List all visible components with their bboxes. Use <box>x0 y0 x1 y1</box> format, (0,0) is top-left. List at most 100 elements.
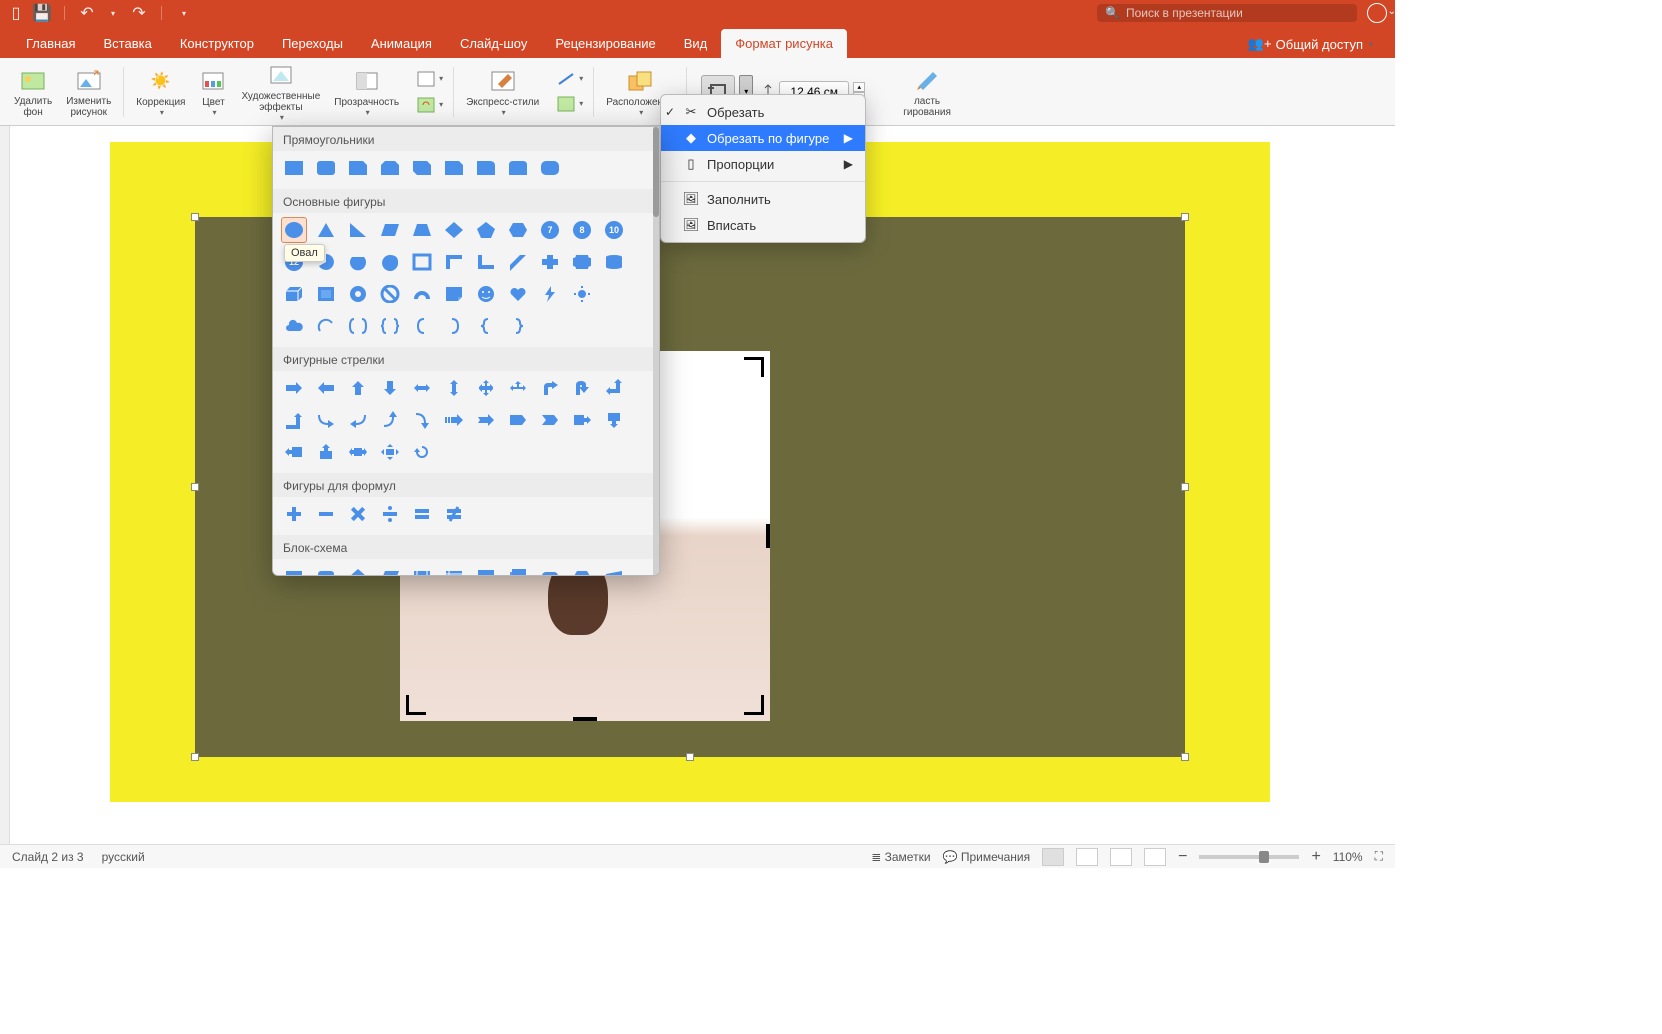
arrow-left-up[interactable] <box>601 375 627 401</box>
shape-rectangle[interactable] <box>281 155 307 181</box>
handle-bm[interactable] <box>686 753 694 761</box>
shape-lightning[interactable] <box>537 281 563 307</box>
shape-right-brace[interactable] <box>505 313 531 339</box>
shape-bevel[interactable] <box>313 281 339 307</box>
handle-mr[interactable] <box>1181 483 1189 491</box>
arrow-callout-lr[interactable] <box>345 439 371 465</box>
arrow-right[interactable] <box>281 375 307 401</box>
shape-double-bracket[interactable] <box>345 313 371 339</box>
handle-ml[interactable] <box>191 483 199 491</box>
shape-cloud[interactable] <box>281 313 307 339</box>
notes-button[interactable]: ≣ Заметки <box>871 850 930 864</box>
crop-handle-b[interactable] <box>573 717 597 721</box>
flow-document[interactable] <box>473 563 499 576</box>
flow-preparation[interactable] <box>569 563 595 576</box>
zoom-out[interactable]: − <box>1178 848 1187 866</box>
menu-crop-to-shape[interactable]: ◆Обрезать по фигуре▶ <box>661 125 865 151</box>
shape-snip-single[interactable] <box>345 155 371 181</box>
shape-frame[interactable] <box>409 249 435 275</box>
shape-plus[interactable] <box>537 249 563 275</box>
shape-snip-diag[interactable] <box>409 155 435 181</box>
remove-bg-button[interactable]: Удалить фон <box>8 64 58 120</box>
shapes-scrollbar[interactable] <box>653 127 659 575</box>
shape-left-bracket[interactable] <box>409 313 435 339</box>
flow-decision[interactable] <box>345 563 371 576</box>
shape-l-shape[interactable] <box>473 249 499 275</box>
arrow-bent[interactable] <box>537 375 563 401</box>
shape-round-diag[interactable] <box>537 155 563 181</box>
pane-button[interactable]: ласть гирования <box>897 64 957 120</box>
shape-decagon[interactable]: 10 <box>601 217 627 243</box>
formula-equals[interactable] <box>409 501 435 527</box>
tab-transitions[interactable]: Переходы <box>268 29 357 58</box>
flow-data[interactable] <box>377 563 403 576</box>
tab-review[interactable]: Рецензирование <box>541 29 669 58</box>
shape-octagon[interactable]: 8 <box>569 217 595 243</box>
language-indicator[interactable]: русский <box>102 850 145 864</box>
shape-teardrop[interactable] <box>377 249 403 275</box>
feedback-icon[interactable] <box>1367 3 1387 23</box>
shape-right-triangle[interactable] <box>345 217 371 243</box>
arrow-up-down[interactable] <box>441 375 467 401</box>
zoom-level[interactable]: 110% <box>1333 850 1363 864</box>
formula-multiply[interactable] <box>345 501 371 527</box>
share-button[interactable]: 👥+ Общий доступ ▾ <box>1238 30 1383 58</box>
flow-predefined[interactable] <box>409 563 435 576</box>
shape-smiley[interactable] <box>473 281 499 307</box>
qat-more-icon[interactable]: ▾ <box>176 5 192 21</box>
save-icon[interactable]: 💾 <box>34 5 50 21</box>
tab-home[interactable]: Главная <box>12 29 89 58</box>
arrow-chevron[interactable] <box>537 407 563 433</box>
crop-handle-tr[interactable] <box>744 357 764 377</box>
shape-snip-same[interactable] <box>377 155 403 181</box>
shape-moon[interactable] <box>601 281 627 307</box>
shape-parallelogram[interactable] <box>377 217 403 243</box>
arrow-quad[interactable] <box>473 375 499 401</box>
shape-sun[interactable] <box>569 281 595 307</box>
menu-fit[interactable]: 🖼Вписать <box>661 212 865 238</box>
arrow-pentagon[interactable] <box>505 407 531 433</box>
shape-chord[interactable] <box>345 249 371 275</box>
shape-pentagon[interactable] <box>473 217 499 243</box>
arrow-callout-up[interactable] <box>313 439 339 465</box>
tab-insert[interactable]: Вставка <box>89 29 165 58</box>
tab-design[interactable]: Конструктор <box>166 29 268 58</box>
search-box[interactable]: 🔍 <box>1097 4 1357 22</box>
height-up[interactable]: ▴ <box>853 82 865 92</box>
arrow-callout-left[interactable] <box>281 439 307 465</box>
view-slideshow[interactable] <box>1144 848 1166 866</box>
shape-heptagon[interactable]: 7 <box>537 217 563 243</box>
shape-triangle[interactable] <box>313 217 339 243</box>
crop-handle-bl[interactable] <box>406 695 426 715</box>
shape-arc[interactable] <box>313 313 339 339</box>
color-button[interactable]: Цвет ▾ <box>193 65 233 119</box>
flow-multidoc[interactable] <box>505 563 531 576</box>
handle-bl[interactable] <box>191 753 199 761</box>
tab-picture-format[interactable]: Формат рисунка <box>721 29 847 58</box>
shape-right-bracket[interactable] <box>441 313 467 339</box>
artistic-button[interactable]: Художественные эффекты ▾ <box>235 59 326 124</box>
shape-can[interactable] <box>601 249 627 275</box>
arrow-down[interactable] <box>377 375 403 401</box>
preset-button[interactable]: ▾ <box>413 67 447 91</box>
corrections-button[interactable]: ☀️ Коррекция ▾ <box>130 65 191 119</box>
menu-crop[interactable]: ✂Обрезать <box>661 99 865 125</box>
tab-view[interactable]: Вид <box>670 29 722 58</box>
shape-diag-stripe[interactable] <box>505 249 531 275</box>
comments-button[interactable]: 💬 Примечания <box>943 850 1031 864</box>
undo-icon[interactable]: ↶ <box>79 5 95 21</box>
shape-hexagon[interactable] <box>505 217 531 243</box>
shape-diamond[interactable] <box>441 217 467 243</box>
handle-tr[interactable] <box>1181 213 1189 221</box>
arrow-up[interactable] <box>345 375 371 401</box>
crop-handle-r[interactable] <box>766 524 770 548</box>
handle-tl[interactable] <box>191 213 199 221</box>
tab-animation[interactable]: Анимация <box>357 29 446 58</box>
arrow-curved-up[interactable] <box>377 407 403 433</box>
reset-button[interactable]: ▾ <box>413 93 447 117</box>
flow-internal-storage[interactable] <box>441 563 467 576</box>
flow-process[interactable] <box>281 563 307 576</box>
express-styles-button[interactable]: Экспресс-стили ▾ <box>460 65 545 119</box>
transparency-button[interactable]: Прозрачность ▾ <box>328 65 405 119</box>
shape-plaque[interactable] <box>569 249 595 275</box>
